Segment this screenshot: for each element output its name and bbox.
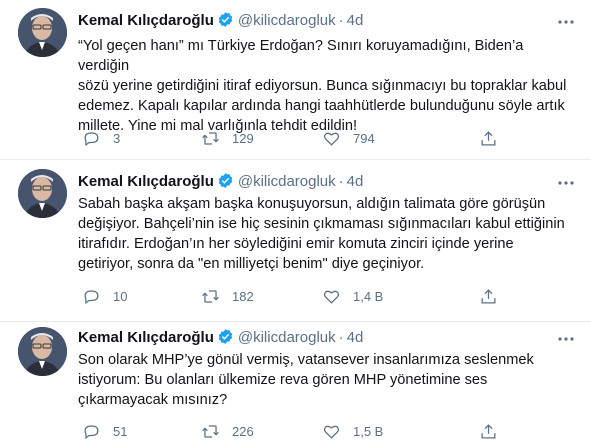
tweet-actions: 3 129 794 — [70, 128, 510, 148]
retweet-button[interactable]: 129 — [201, 128, 254, 148]
tweet-text: Son olarak MHP’ye gönül vermiş, vatansev… — [78, 352, 534, 408]
tweet-2[interactable]: Kemal Kılıçdaroğlu @kilicdarogluk · 4d Saba… — [0, 160, 591, 322]
retweet-count: 129 — [232, 130, 254, 146]
separator-dot: · — [338, 329, 344, 346]
tweet-actions: 10 182 1,4 B — [70, 286, 510, 306]
avatar[interactable] — [18, 327, 67, 376]
tweet-text: “Yol geçen hanı” mı Türkiye Erdoğan? Sın… — [78, 38, 567, 134]
like-count: 794 — [353, 130, 375, 146]
tweet-1[interactable]: Kemal Kılıçdaroğlu @kilicdarogluk · 4d “Yol… — [0, 0, 591, 160]
reply-count: 3 — [113, 130, 121, 146]
separator-dot: · — [338, 12, 344, 29]
retweet-icon — [202, 289, 219, 303]
reply-button[interactable]: 51 — [82, 421, 127, 441]
author-handle[interactable]: @kilicdarogluk — [238, 329, 336, 346]
like-count: 1,4 B — [353, 288, 384, 304]
verified-badge-icon — [217, 328, 234, 345]
timestamp[interactable]: 4d — [347, 173, 364, 190]
like-button[interactable]: 794 — [322, 128, 375, 148]
share-button[interactable] — [479, 421, 498, 441]
reply-icon — [84, 424, 99, 439]
reply-icon — [84, 131, 99, 146]
verified-badge-icon — [217, 11, 234, 28]
share-icon — [481, 130, 496, 145]
like-icon — [323, 132, 340, 146]
author-name[interactable]: Kemal Kılıçdaroğlu — [78, 173, 214, 190]
author-name[interactable]: Kemal Kılıçdaroğlu — [78, 329, 214, 346]
retweet-count: 182 — [232, 288, 254, 304]
separator-dot: · — [338, 173, 344, 190]
tweet-header: Kemal Kılıçdaroğlu @kilicdarogluk · 4d — [78, 172, 363, 192]
timestamp[interactable]: 4d — [347, 329, 364, 346]
retweet-button[interactable]: 182 — [201, 286, 254, 306]
timestamp[interactable]: 4d — [347, 12, 364, 29]
retweet-icon — [202, 424, 219, 438]
tweet-header: Kemal Kılıçdaroğlu @kilicdarogluk · 4d — [78, 328, 363, 348]
like-icon — [323, 290, 340, 304]
share-icon — [481, 423, 496, 438]
reply-button[interactable]: 10 — [82, 286, 127, 306]
share-button[interactable] — [479, 128, 498, 148]
more-options-icon[interactable] — [555, 173, 577, 193]
like-count: 1,5 B — [353, 423, 384, 439]
share-button[interactable] — [479, 286, 498, 306]
tweet-actions: 51 226 1,5 B — [70, 421, 510, 441]
retweet-count: 226 — [232, 423, 254, 439]
more-options-icon[interactable] — [555, 329, 577, 349]
like-icon — [323, 425, 340, 439]
verified-badge-icon — [217, 172, 234, 189]
reply-count: 10 — [113, 288, 128, 304]
like-button[interactable]: 1,4 B — [322, 286, 383, 306]
retweet-icon — [202, 131, 219, 145]
author-handle[interactable]: @kilicdarogluk — [238, 12, 336, 29]
retweet-button[interactable]: 226 — [201, 421, 254, 441]
like-button[interactable]: 1,5 B — [322, 421, 383, 441]
tweet-3[interactable]: Kemal Kılıçdaroğlu @kilicdarogluk · 4d Son … — [0, 322, 591, 443]
more-options-icon[interactable] — [555, 12, 577, 32]
author-name[interactable]: Kemal Kılıçdaroğlu — [78, 12, 214, 29]
reply-button[interactable]: 3 — [82, 128, 120, 148]
avatar[interactable] — [18, 8, 67, 57]
reply-count: 51 — [113, 423, 128, 439]
share-icon — [481, 288, 496, 303]
reply-icon — [84, 289, 99, 304]
author-handle[interactable]: @kilicdarogluk — [238, 173, 336, 190]
tweet-text: Sabah başka akşam başka konuşuyorsun, al… — [78, 196, 565, 272]
tweet-header: Kemal Kılıçdaroğlu @kilicdarogluk · 4d — [78, 11, 363, 31]
avatar[interactable] — [18, 169, 67, 218]
